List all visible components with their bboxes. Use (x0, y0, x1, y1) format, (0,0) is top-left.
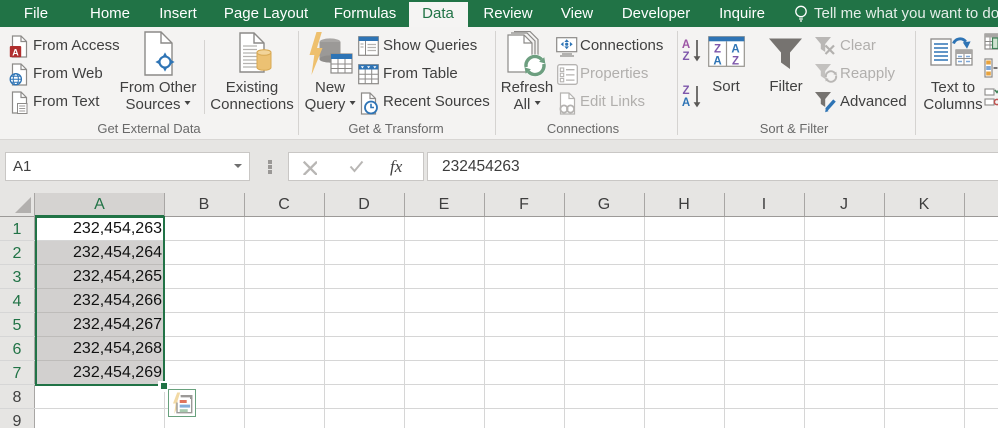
svg-text:Z: Z (682, 51, 689, 62)
svg-text:A: A (731, 44, 739, 56)
svg-text:A: A (713, 56, 721, 68)
svg-text:Z: Z (682, 85, 689, 97)
svg-text:Z: Z (732, 56, 739, 68)
svg-text:A: A (12, 47, 19, 57)
svg-text:Z: Z (714, 44, 721, 56)
svg-text:A: A (682, 97, 690, 108)
svg-text:A: A (682, 39, 690, 51)
